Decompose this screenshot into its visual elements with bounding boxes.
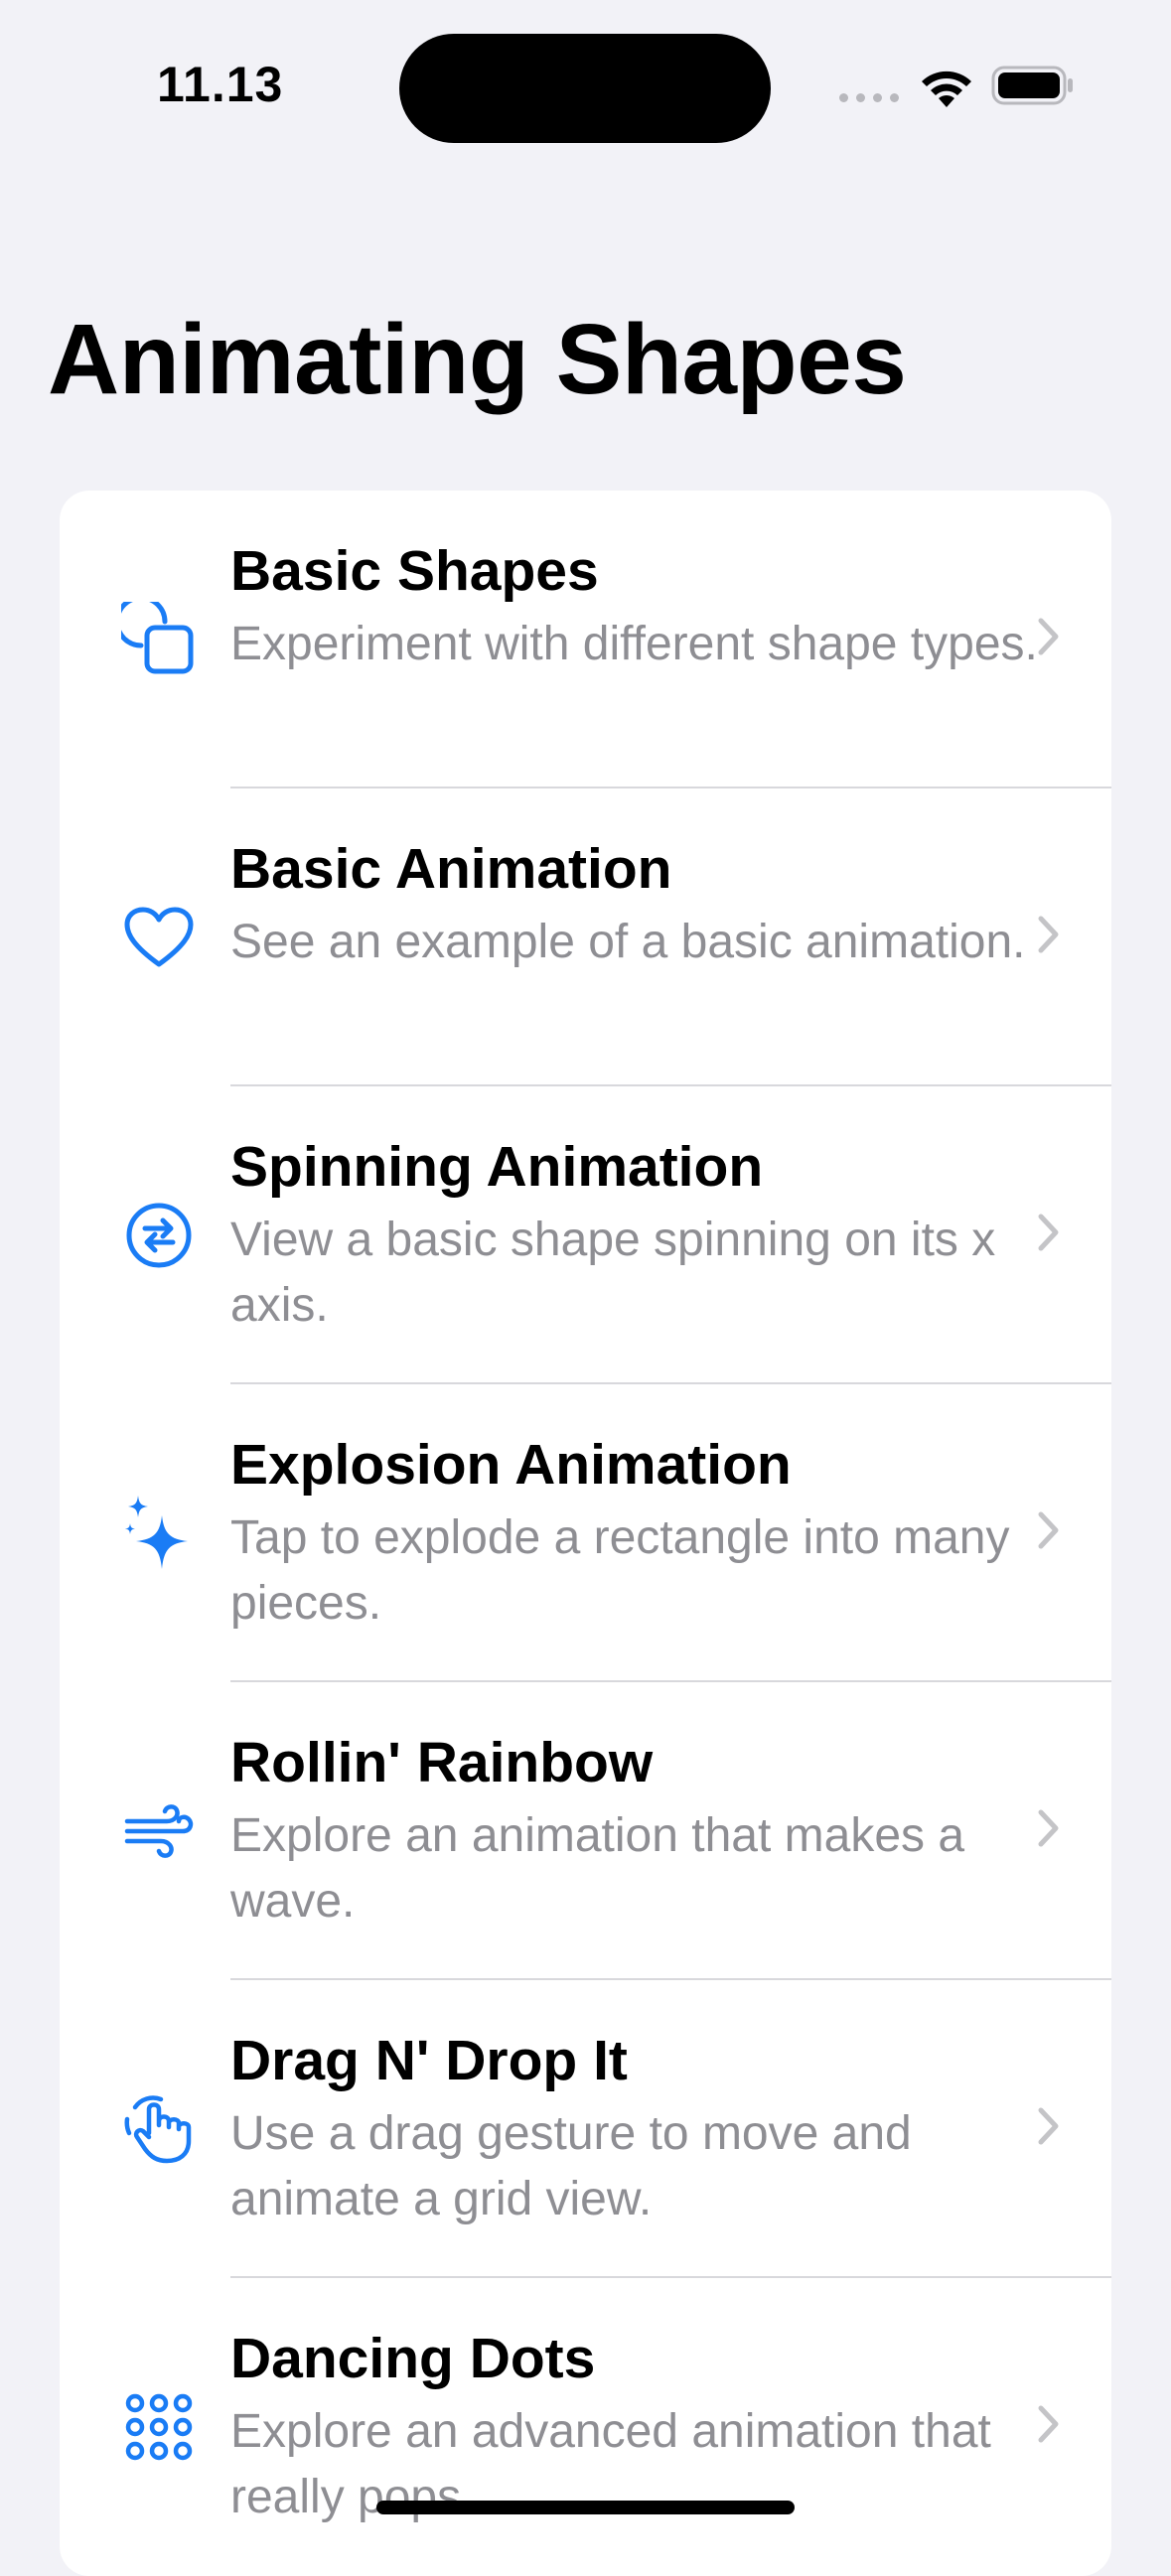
- item-subtitle: Explore an animation that makes a wave.: [230, 1809, 965, 1928]
- dynamic-island: [399, 34, 771, 143]
- status-bar: 11.13: [0, 0, 1171, 179]
- item-title: Basic Shapes: [230, 539, 599, 603]
- battery-icon: [991, 66, 1073, 105]
- cellular-signal-icon: [839, 93, 899, 102]
- hand-tap-icon: [107, 1980, 211, 2278]
- home-indicator[interactable]: [376, 2501, 795, 2514]
- chevron-right-icon: [1038, 2405, 1059, 2443]
- list-item-basic-animation[interactable]: Basic Animation See an example of a basi…: [60, 788, 1111, 1086]
- item-title: Dancing Dots: [230, 2327, 596, 2390]
- page-title: Animating Shapes: [48, 304, 907, 415]
- item-subtitle: Use a drag gesture to move and animate a…: [230, 2107, 912, 2225]
- wind-icon: [107, 1682, 211, 1980]
- item-subtitle: View a basic shape spinning on its x axi…: [230, 1214, 996, 1332]
- item-subtitle: Experiment with different shape types.: [230, 618, 1038, 670]
- shape-list: Basic Shapes Experiment with different s…: [60, 491, 1111, 2576]
- chevron-right-icon: [1038, 1809, 1059, 1847]
- item-subtitle: Tap to explode a rectangle into many pie…: [230, 1511, 1010, 1630]
- chevron-right-icon: [1038, 916, 1059, 953]
- list-item-dancing-dots[interactable]: Dancing Dots Explore an advanced animati…: [60, 2278, 1111, 2576]
- chevron-right-icon: [1038, 1214, 1059, 1251]
- list-item-explosion-animation[interactable]: Explosion Animation Tap to explode a rec…: [60, 1384, 1111, 1682]
- chevron-right-icon: [1038, 618, 1059, 655]
- list-item-rollin-rainbow[interactable]: Rollin' Rainbow Explore an animation tha…: [60, 1682, 1111, 1980]
- square-on-square-icon: [107, 491, 211, 788]
- status-time: 11.13: [157, 57, 284, 112]
- item-subtitle: See an example of a basic animation.: [230, 916, 1026, 968]
- wifi-icon: [922, 71, 971, 107]
- arrows-circle-icon: [107, 1086, 211, 1384]
- list-item-spinning-animation[interactable]: Spinning Animation View a basic shape sp…: [60, 1086, 1111, 1384]
- sparkles-icon: [107, 1384, 211, 1682]
- list-item-basic-shapes[interactable]: Basic Shapes Experiment with different s…: [60, 491, 1111, 788]
- item-title: Spinning Animation: [230, 1135, 764, 1199]
- chevron-right-icon: [1038, 1511, 1059, 1549]
- item-title: Basic Animation: [230, 837, 672, 901]
- chevron-right-icon: [1038, 2107, 1059, 2145]
- item-title: Explosion Animation: [230, 1433, 792, 1497]
- list-item-drag-n-drop-it[interactable]: Drag N' Drop It Use a drag gesture to mo…: [60, 1980, 1111, 2278]
- item-title: Rollin' Rainbow: [230, 1731, 654, 1794]
- dot-grid-icon: [107, 2278, 211, 2576]
- item-title: Drag N' Drop It: [230, 2029, 628, 2092]
- heart-icon: [107, 788, 211, 1086]
